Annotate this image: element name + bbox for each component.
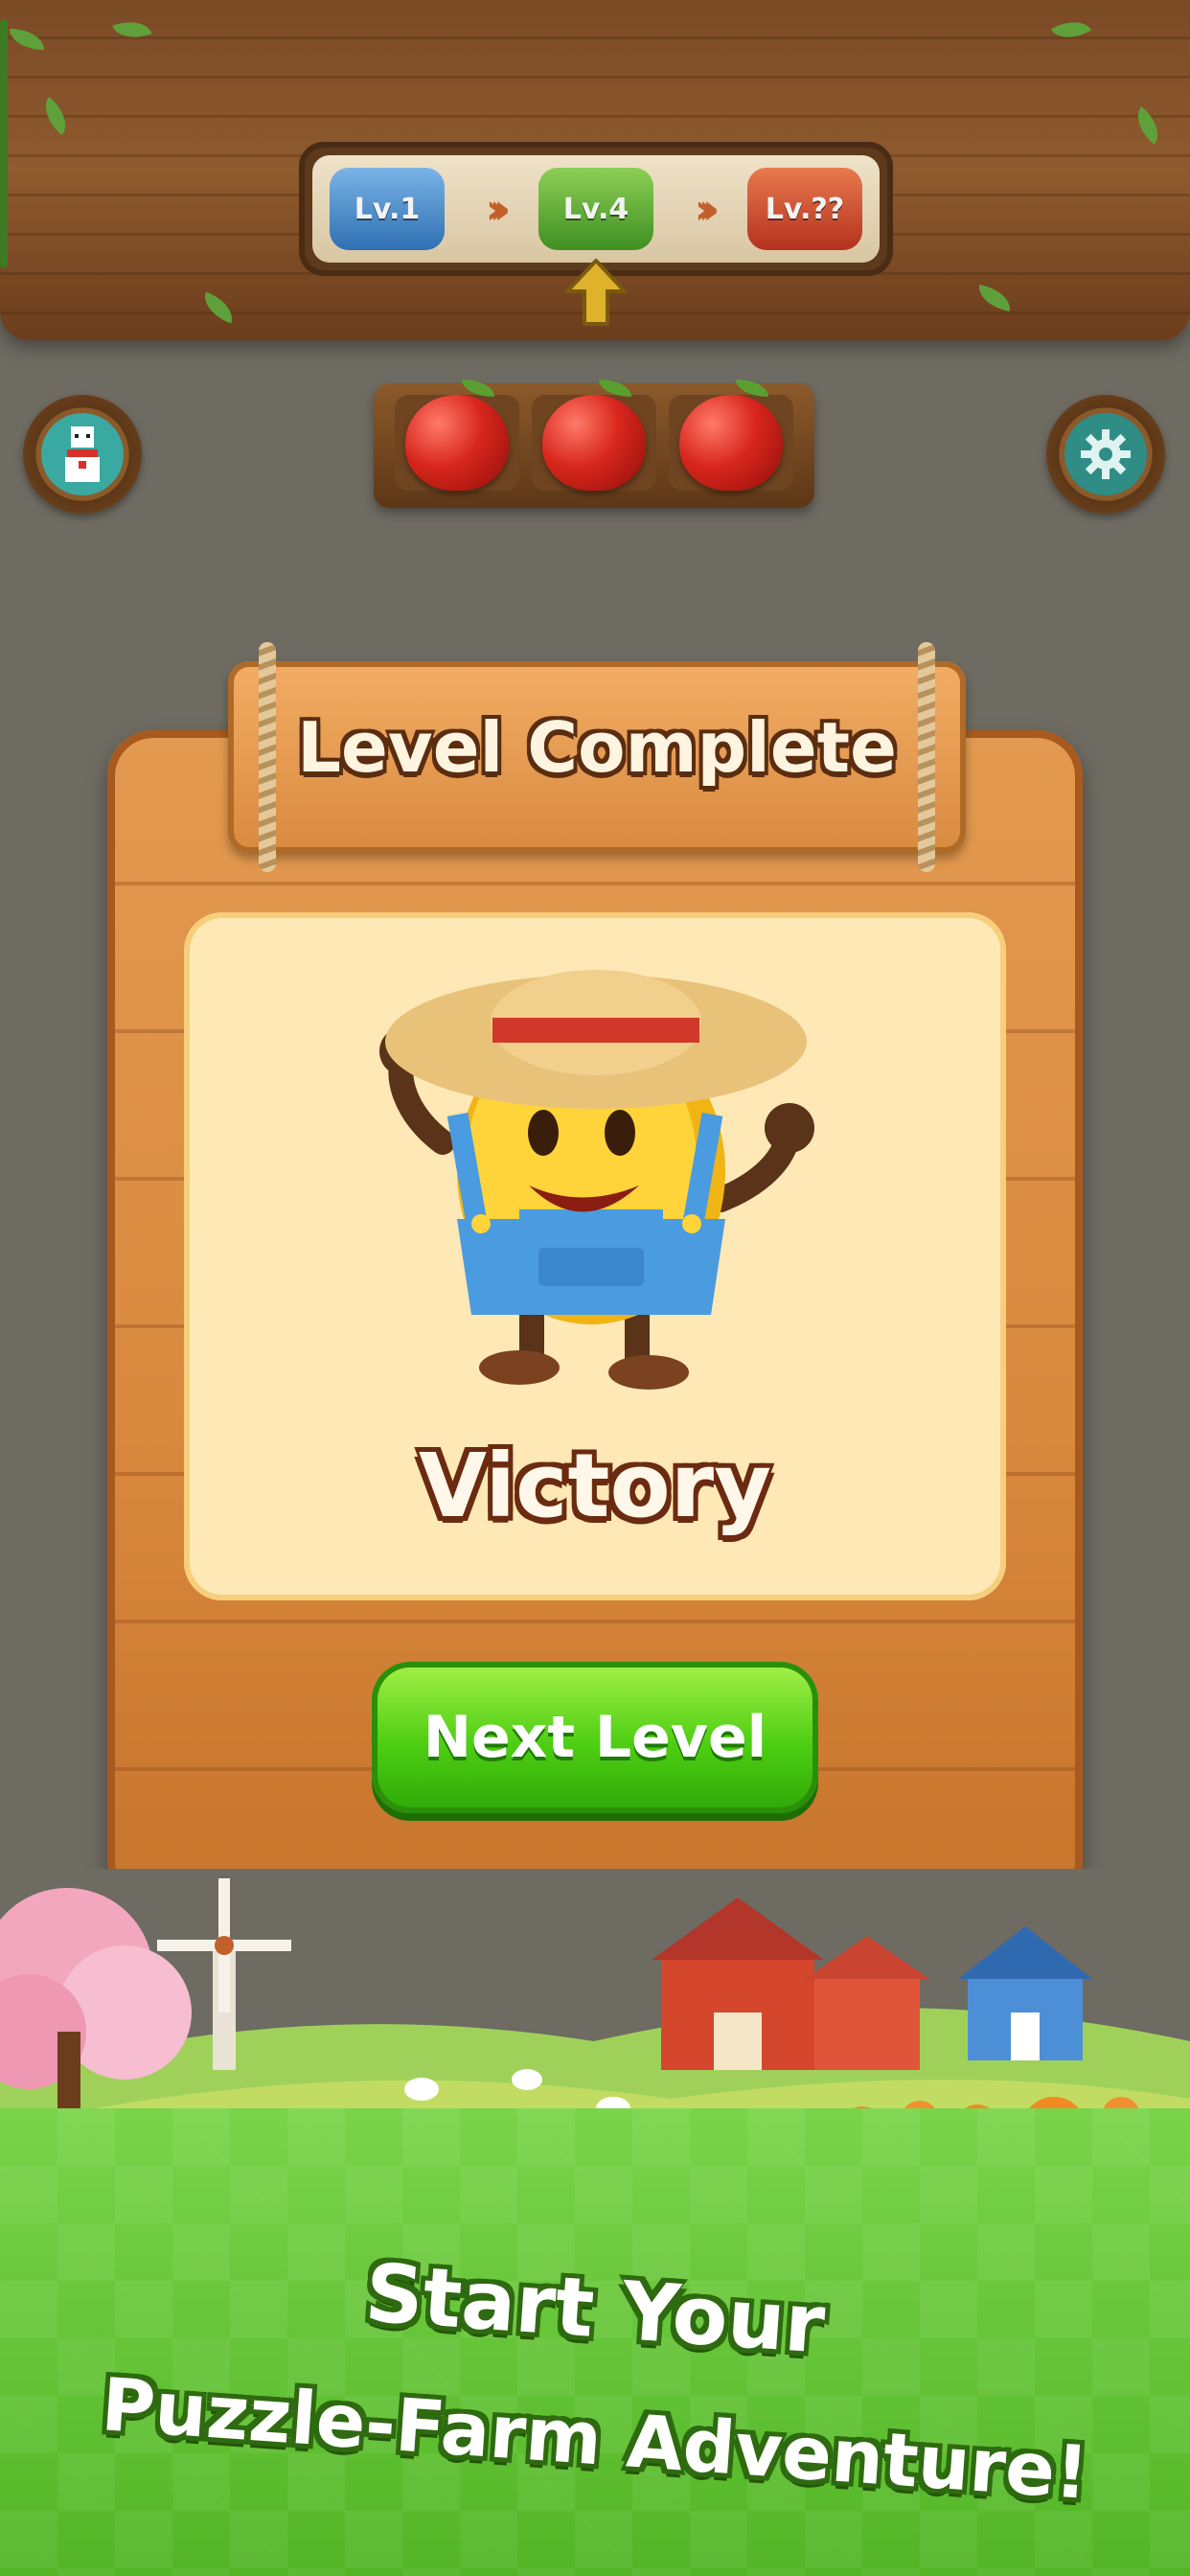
settings-button[interactable] — [1046, 395, 1165, 514]
apple-slot — [532, 380, 656, 491]
chevron-right-icon: ››› — [485, 184, 512, 234]
mascot-coin-character — [379, 970, 814, 1390]
apple-slot — [669, 380, 793, 491]
vine-left — [0, 19, 8, 268]
leaf-icon — [1128, 106, 1168, 145]
title-sign: Level Complete — [228, 642, 966, 872]
apple-tray — [374, 380, 814, 508]
leaf-icon — [1050, 12, 1092, 48]
level-progress-panel: Lv.1 ››› Lv.4 ››› Lv.?? — [299, 142, 893, 276]
result-panel: Victory — [184, 912, 1006, 1600]
level-badge-current: Lv.4 — [538, 168, 653, 250]
leaf-icon — [35, 97, 76, 135]
leaf-icon — [736, 380, 768, 397]
leaf-icon — [599, 380, 631, 397]
gear-icon — [1064, 413, 1147, 495]
leaf-icon — [198, 291, 239, 324]
leaf-icon — [112, 13, 152, 46]
level-badge-past: Lv.1 — [330, 168, 445, 250]
apple-icon — [542, 395, 646, 491]
apple-icon — [405, 395, 509, 491]
victory-text: Victory — [418, 1435, 772, 1537]
promo-banner: Start Your Puzzle-Farm Adventure! — [0, 2108, 1190, 2576]
leaf-icon — [462, 380, 494, 397]
apple-icon — [679, 395, 783, 491]
apple-slot — [395, 380, 519, 491]
dialog-title: Level Complete — [297, 707, 897, 788]
leaf-icon — [975, 285, 1014, 311]
next-level-button[interactable]: Next Level — [372, 1662, 818, 1813]
profile-button[interactable] — [23, 395, 142, 514]
level-badge-next: Lv.?? — [747, 168, 862, 250]
chevron-right-icon: ››› — [694, 184, 721, 234]
avatar-icon — [41, 413, 124, 495]
up-arrow-icon — [565, 259, 627, 326]
leaf-icon — [10, 29, 44, 50]
